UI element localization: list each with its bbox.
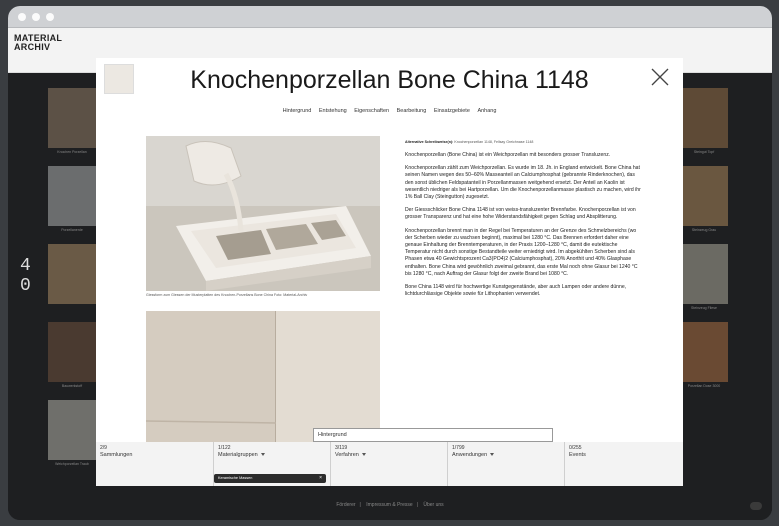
section-tabs: Hintergrund Entstehung Eigenschaften Bea…	[96, 108, 683, 114]
filter-count: 0/255	[569, 445, 582, 451]
window-minimize-dot[interactable]	[32, 13, 40, 21]
page-indicator-bottom: 0	[20, 276, 31, 296]
filter-anwendungen[interactable]: 1/799 Anwendungen	[448, 442, 565, 486]
window-controls[interactable]	[18, 13, 54, 21]
background-tiles-right: Steingut Topf Steinzeug Grau Steinzeug F…	[680, 88, 728, 400]
filter-count: 2/9	[100, 445, 107, 451]
site-logo[interactable]: MATERIAL ARCHIV	[14, 34, 62, 52]
filter-verfahren[interactable]: 3/119 Verfahren	[331, 442, 448, 486]
description-paragraph: Der Giessschlicker Bone China 1148 ist v…	[405, 207, 636, 221]
filter-label: Verfahren	[335, 452, 443, 458]
material-tile[interactable]: Steingut Topf	[680, 88, 728, 154]
casting-illustration	[146, 136, 380, 291]
material-tile[interactable]: Steinzeug Grau	[680, 166, 728, 232]
chevron-down-icon	[260, 453, 265, 457]
page-indicator: 4 0	[20, 256, 31, 296]
tab-hintergrund[interactable]: Hintergrund	[283, 108, 312, 114]
material-photo-casting[interactable]	[146, 136, 380, 291]
filter-label: Sammlungen	[100, 452, 133, 458]
window-titlebar	[8, 6, 772, 28]
active-filter-chip[interactable]: Keramische Massen ×	[214, 474, 326, 483]
alt-name-value: Knochenporzellan 1148, Fellsay Greichnas…	[454, 140, 534, 144]
filter-count: 3/119	[335, 445, 348, 451]
section-select-value: Hintergrund	[318, 432, 347, 438]
background-tiles-left: Knochen Porzellan Porzellanerde Bauwerks…	[48, 88, 96, 478]
close-icon[interactable]	[647, 64, 673, 90]
tab-einsatzgebiete[interactable]: Einsatzgebiete	[434, 108, 470, 114]
tab-eigenschaften[interactable]: Eigenschaften	[354, 108, 389, 114]
material-tile[interactable]: Weichporzellan Traub	[48, 400, 96, 466]
photo-caption: Giessform zum Giessen der Musterplatten …	[146, 293, 308, 297]
filter-label: Materialgruppen	[218, 452, 326, 458]
modal-title: Knochenporzellan Bone China 1148	[190, 66, 589, 94]
description-column: Alternative Schreibweise(n): Knochenporz…	[405, 140, 641, 304]
material-tile[interactable]: Bauwerkstoff	[48, 322, 96, 388]
description-paragraph: Knochenporzellan brennt man in der Regel…	[405, 227, 638, 277]
footer-link-impressum[interactable]: Impressum & Presse	[366, 502, 412, 508]
material-detail-modal: Knochenporzellan Bone China 1148 Hinterg…	[96, 58, 683, 454]
remove-chip-icon[interactable]: ×	[319, 475, 322, 481]
description-paragraph: Knochenporzellan (Bone China) ist ein We…	[405, 152, 611, 158]
window-zoom-dot[interactable]	[46, 13, 54, 21]
filter-label: Anwendungen	[452, 452, 560, 458]
filter-count: 1/799	[452, 445, 465, 451]
description-paragraph: Knochenporzellan zählt zum Weichporzella…	[405, 165, 641, 201]
tab-anhang[interactable]: Anhang	[477, 108, 496, 114]
filter-label-text: Materialgruppen	[218, 452, 258, 458]
device-frame: MATERIAL ARCHIV Knochen Porzellan Porzel…	[8, 6, 772, 520]
description-paragraph: Bone China 1148 wird für hochwertige Kun…	[405, 284, 627, 298]
alternative-names: Alternative Schreibweise(n): Knochenporz…	[405, 140, 641, 144]
section-select[interactable]: Hintergrund	[313, 428, 553, 442]
filter-events[interactable]: 0/255 Events	[565, 442, 683, 486]
chevron-down-icon	[490, 453, 495, 457]
material-tile[interactable]: Porzellanerde	[48, 166, 96, 232]
filter-sammlungen[interactable]: 2/9 Sammlungen	[96, 442, 214, 486]
tab-bearbeitung[interactable]: Bearbeitung	[397, 108, 427, 114]
footer-link-ueber-uns[interactable]: Über uns	[423, 502, 443, 508]
filter-label-text: Verfahren	[335, 452, 359, 458]
material-tile[interactable]	[48, 244, 96, 304]
filter-count: 1/122	[218, 445, 231, 451]
logo-line-2: ARCHIV	[14, 42, 51, 52]
material-tile[interactable]: Porzellan Dose 3000	[680, 322, 728, 388]
filter-label-text: Anwendungen	[452, 452, 488, 458]
filter-bar: 2/9 Sammlungen 1/122 Materialgruppen 3/1…	[96, 442, 683, 486]
window-close-dot[interactable]	[18, 13, 26, 21]
app-viewport: MATERIAL ARCHIV Knochen Porzellan Porzel…	[8, 28, 772, 520]
corner-toggle[interactable]	[750, 502, 762, 510]
page-indicator-top: 4	[20, 256, 31, 276]
tab-entstehung[interactable]: Entstehung	[319, 108, 347, 114]
chevron-down-icon	[361, 453, 366, 457]
footer-nav: Förderer | Impressum & Presse | Über uns	[336, 502, 444, 508]
material-tile[interactable]: Steinzeug Fliese	[680, 244, 728, 310]
material-tile[interactable]: Knochen Porzellan	[48, 88, 96, 154]
footer-link-foerderer[interactable]: Förderer	[336, 502, 355, 508]
alt-name-label: Alternative Schreibweise(n):	[405, 140, 454, 144]
filter-label: Events	[569, 452, 586, 458]
chip-label: Keramische Massen	[218, 476, 253, 480]
